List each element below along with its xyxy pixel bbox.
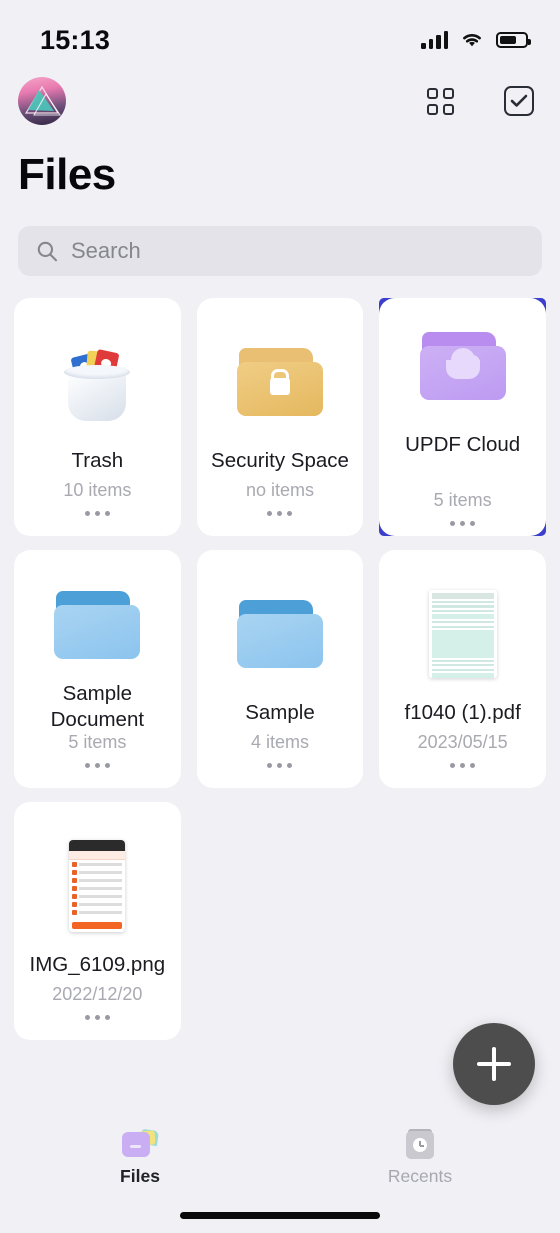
status-bar-clock: 15:13 bbox=[40, 24, 111, 55]
app-screen: 15:13 Files Search Trash 10 items Securi… bbox=[0, 0, 560, 1233]
image-thumbnail bbox=[69, 834, 126, 938]
recents-icon bbox=[405, 1129, 435, 1159]
search-input[interactable]: Search bbox=[71, 238, 141, 264]
pdf-thumbnail bbox=[428, 582, 497, 686]
card-body: Sample 4 items bbox=[203, 566, 358, 778]
file-name: Trash bbox=[71, 449, 124, 472]
trash-icon bbox=[61, 330, 133, 434]
cellular-bars-icon bbox=[421, 31, 448, 49]
more-options-button[interactable] bbox=[84, 763, 110, 768]
file-name: Security Space bbox=[211, 449, 349, 472]
file-card-updf-cloud[interactable]: UPDF Cloud 5 items bbox=[379, 298, 546, 536]
card-body: Security Space no items bbox=[203, 314, 358, 526]
file-subtitle: 10 items bbox=[63, 480, 132, 500]
status-bar: 15:13 bbox=[0, 0, 560, 66]
home-indicator bbox=[180, 1212, 380, 1219]
more-options-button[interactable] bbox=[267, 511, 293, 516]
tab-label: Recents bbox=[387, 1166, 453, 1186]
file-name: Sample bbox=[245, 701, 315, 724]
card-body: IMG_6109.png 2022/12/20 bbox=[20, 818, 175, 1030]
more-options-button[interactable] bbox=[84, 1015, 110, 1020]
tab-recents[interactable]: Recents bbox=[280, 1129, 560, 1187]
file-card-security-space[interactable]: Security Space no items bbox=[196, 298, 364, 536]
file-card-f1040-pdf[interactable]: f1040 (1).pdf 2023/05/15 bbox=[379, 550, 546, 788]
grid-view-icon[interactable] bbox=[427, 87, 454, 115]
file-subtitle: 5 items bbox=[68, 732, 127, 752]
top-bar bbox=[0, 66, 560, 136]
card-body: UPDF Cloud 5 items bbox=[379, 298, 546, 536]
cloud-folder-icon bbox=[419, 314, 506, 418]
select-mode-icon[interactable] bbox=[504, 86, 534, 116]
search-icon bbox=[37, 241, 58, 262]
more-options-button[interactable] bbox=[84, 511, 110, 516]
file-subtitle: 5 items bbox=[433, 490, 492, 510]
file-card-sample-document[interactable]: Sample Document 5 items bbox=[14, 550, 181, 788]
file-name: f1040 (1).pdf bbox=[404, 701, 521, 724]
status-bar-icons bbox=[421, 31, 531, 49]
more-options-button[interactable] bbox=[450, 763, 476, 768]
folder-icon bbox=[236, 582, 323, 686]
file-card-img-6109[interactable]: IMG_6109.png 2022/12/20 bbox=[14, 802, 181, 1040]
wifi-icon bbox=[460, 31, 484, 49]
more-options-button[interactable] bbox=[267, 763, 293, 768]
page-title: Files bbox=[18, 150, 116, 199]
file-grid: Trash 10 items Security Space no items U… bbox=[14, 298, 546, 1040]
battery-icon bbox=[496, 32, 531, 48]
locked-folder-icon bbox=[236, 330, 323, 434]
search-bar[interactable]: Search bbox=[18, 226, 542, 276]
file-subtitle: 4 items bbox=[250, 732, 309, 752]
files-icon bbox=[122, 1128, 159, 1159]
more-options-button[interactable] bbox=[450, 521, 476, 526]
file-name: Sample Document bbox=[50, 682, 145, 731]
file-card-trash[interactable]: Trash 10 items bbox=[14, 298, 181, 536]
file-name: IMG_6109.png bbox=[29, 953, 166, 976]
file-name: UPDF Cloud bbox=[405, 433, 521, 456]
file-subtitle: no items bbox=[245, 480, 314, 500]
avatar[interactable] bbox=[18, 77, 66, 125]
tab-files[interactable]: Files bbox=[0, 1128, 280, 1187]
top-bar-actions bbox=[427, 86, 534, 116]
card-body: Trash 10 items bbox=[20, 314, 175, 526]
file-subtitle: 2022/12/20 bbox=[52, 984, 143, 1004]
card-body: Sample Document 5 items bbox=[20, 566, 175, 778]
folder-icon bbox=[54, 582, 141, 667]
card-body: f1040 (1).pdf 2023/05/15 bbox=[385, 566, 540, 778]
add-button[interactable] bbox=[453, 1023, 535, 1105]
file-card-sample[interactable]: Sample 4 items bbox=[196, 550, 364, 788]
file-subtitle: 2023/05/15 bbox=[417, 732, 508, 752]
tab-label: Files bbox=[120, 1166, 160, 1186]
